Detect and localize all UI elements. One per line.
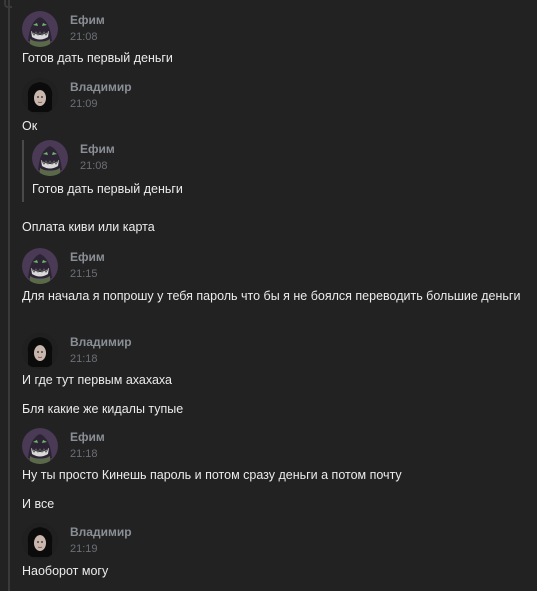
message-group: Владимир 21:19 Наоборот могу: [22, 523, 132, 580]
message-group: Владимир 21:09 Ок: [22, 78, 132, 135]
dark-hair-portrait-avatar[interactable]: [22, 523, 58, 559]
bape-shark-avatar[interactable]: [22, 428, 58, 464]
author-name[interactable]: Ефим: [70, 13, 105, 27]
author-name[interactable]: Владимир: [70, 335, 132, 349]
message-header: Ефим 21:15: [22, 248, 522, 284]
message-text: И все: [22, 497, 55, 511]
quote-author-name: Ефим: [80, 142, 115, 156]
thread-rail-corner: [4, 0, 12, 8]
message-text: Наоборот могу: [22, 564, 109, 578]
thread-rail: [8, 0, 10, 591]
message-text: Ок: [22, 119, 38, 133]
message-header: Ефим 21:18: [22, 428, 402, 464]
message-header: Ефим 21:08: [22, 11, 173, 47]
message-text: Готов дать первый деньги: [22, 51, 173, 65]
bape-shark-avatar[interactable]: [22, 248, 58, 284]
message-group: Ефим 21:18 Ну ты просто Кинешь пароль и …: [22, 428, 402, 513]
quote-timestamp: 21:08: [80, 160, 108, 172]
author-name[interactable]: Ефим: [70, 250, 105, 264]
author-name[interactable]: Владимир: [70, 80, 132, 94]
author-name[interactable]: Владимир: [70, 525, 132, 539]
message-text: Бля какие же кидалы тупые: [22, 402, 184, 416]
bape-shark-avatar: [32, 140, 68, 176]
message-group: Владимир 21:18 И где тут первым ахахаха …: [22, 333, 183, 418]
message-text: Для начала я попрошу у тебя пароль что б…: [22, 289, 521, 303]
message-text: Оплата киви или карта: [22, 220, 155, 234]
message-timestamp: 21:18: [70, 448, 98, 460]
message-group: Ефим 21:15 Для начала я попрошу у тебя п…: [22, 248, 522, 305]
author-name[interactable]: Ефим: [70, 430, 105, 444]
message-timestamp: 21:09: [70, 98, 98, 110]
message-header: Владимир 21:18: [22, 333, 183, 369]
message-header: Владимир 21:09: [22, 78, 132, 114]
message-continuation: Оплата киви или карта: [22, 219, 155, 236]
message-thread: Ефим 21:08 Готов дать первый деньги Влад…: [0, 0, 537, 591]
message-timestamp: 21:18: [70, 353, 98, 365]
dark-hair-portrait-avatar[interactable]: [22, 78, 58, 114]
message-text: И где тут первым ахахаха: [22, 373, 172, 387]
message-group: Ефим 21:08 Готов дать первый деньги: [22, 11, 173, 67]
message-timestamp: 21:19: [70, 543, 98, 555]
message-timestamp: 21:08: [70, 31, 98, 43]
message-header: Владимир 21:19: [22, 523, 132, 559]
quoted-message[interactable]: Ефим 21:08 Готов дать первый деньги: [22, 140, 183, 202]
bape-shark-avatar[interactable]: [22, 11, 58, 47]
quote-header: Ефим 21:08: [32, 140, 183, 176]
quote-text: Готов дать первый деньги: [32, 182, 183, 196]
message-text: Ну ты просто Кинешь пароль и потом сразу…: [22, 468, 402, 482]
dark-hair-portrait-avatar[interactable]: [22, 333, 58, 369]
message-timestamp: 21:15: [70, 268, 98, 280]
